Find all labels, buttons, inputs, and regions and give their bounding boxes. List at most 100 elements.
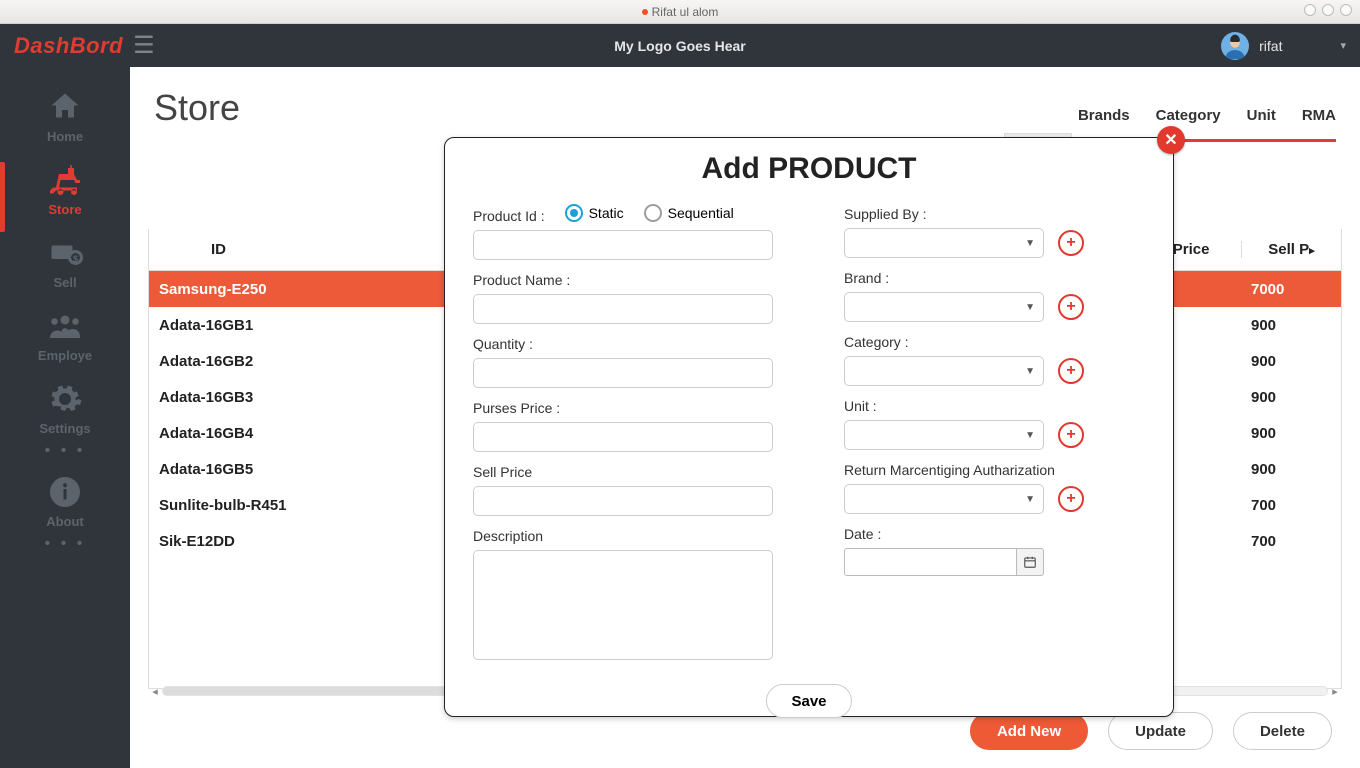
save-button[interactable]: Save bbox=[766, 684, 851, 718]
window-controls bbox=[1304, 4, 1352, 16]
chevron-down-icon: ▼ bbox=[1025, 238, 1035, 249]
sidebar-item-label: Sell bbox=[53, 275, 76, 290]
sidebar-item-settings[interactable]: Settings bbox=[0, 373, 130, 440]
chevron-down-icon: ▾ bbox=[1340, 39, 1346, 52]
rma-combo[interactable]: ▼ bbox=[844, 484, 1044, 514]
cell-id: Adata-16GB2 bbox=[149, 353, 449, 370]
product-name-input[interactable] bbox=[473, 294, 773, 324]
quantity-input[interactable] bbox=[473, 358, 773, 388]
sidebar-item-label: Employe bbox=[38, 348, 92, 363]
purses-price-input[interactable] bbox=[473, 422, 773, 452]
chevron-down-icon: ▼ bbox=[1025, 302, 1035, 313]
sidebar-item-home[interactable]: Home bbox=[0, 81, 130, 148]
main-panel: Store Brands Category Unit RMA ▾ ID ory … bbox=[130, 67, 1360, 768]
store-icon bbox=[47, 162, 83, 198]
radio-sequential[interactable]: Sequential bbox=[644, 204, 734, 222]
sidebar-divider-dots: • • • bbox=[45, 442, 86, 460]
brand-label: Brand : bbox=[844, 270, 1145, 286]
maximize-icon[interactable] bbox=[1322, 4, 1334, 16]
sidebar-item-about[interactable]: About bbox=[0, 466, 130, 533]
sidebar-active-indicator bbox=[0, 162, 5, 232]
supplied-by-combo[interactable]: ▼ bbox=[844, 228, 1044, 258]
cell-sell-price: 900 bbox=[1241, 425, 1341, 442]
add-product-modal: ✕ Add PRODUCT Product Id : Static Sequen… bbox=[444, 137, 1174, 717]
close-icon[interactable]: ✕ bbox=[1157, 126, 1185, 154]
supplied-by-label: Supplied By : bbox=[844, 206, 1145, 222]
product-name-label: Product Name : bbox=[473, 272, 774, 288]
product-id-input[interactable] bbox=[473, 230, 773, 260]
sidebar: Home Store $ Sell Employe Settings • • • bbox=[0, 67, 130, 768]
brand-combo[interactable]: ▼ bbox=[844, 292, 1044, 322]
sell-icon: $ bbox=[47, 235, 83, 271]
user-menu[interactable]: rifat ▾ bbox=[1221, 32, 1346, 60]
info-icon bbox=[47, 474, 83, 510]
cell-sell-price: 900 bbox=[1241, 317, 1341, 334]
tab-rma[interactable]: RMA bbox=[1302, 107, 1336, 134]
unit-combo[interactable]: ▼ bbox=[844, 420, 1044, 450]
cell-id: Adata-16GB3 bbox=[149, 389, 449, 406]
footer-actions: Add New Update Delete bbox=[970, 712, 1332, 750]
scroll-right-icon[interactable]: ▸ bbox=[1328, 685, 1342, 698]
sidebar-item-label: About bbox=[46, 514, 84, 529]
user-name: rifat bbox=[1259, 38, 1282, 54]
description-input[interactable] bbox=[473, 550, 773, 660]
cell-sell-price: 900 bbox=[1241, 353, 1341, 370]
avatar bbox=[1221, 32, 1249, 60]
chevron-down-icon: ▼ bbox=[1025, 366, 1035, 377]
sidebar-item-label: Settings bbox=[39, 421, 90, 436]
add-category-icon[interactable]: + bbox=[1058, 358, 1084, 384]
category-label: Category : bbox=[844, 334, 1145, 350]
cell-sell-price: 900 bbox=[1241, 461, 1341, 478]
scroll-left-icon[interactable]: ◂ bbox=[148, 685, 162, 698]
calendar-icon[interactable] bbox=[1016, 548, 1044, 576]
chevron-down-icon: ▼ bbox=[1025, 494, 1035, 505]
col-sell-price[interactable]: Sell P▸ bbox=[1241, 241, 1341, 258]
home-icon bbox=[47, 89, 83, 125]
add-rma-icon[interactable]: + bbox=[1058, 486, 1084, 512]
modal-title: Add PRODUCT bbox=[473, 152, 1145, 186]
tab-brands[interactable]: Brands bbox=[1078, 107, 1130, 134]
tab-unit[interactable]: Unit bbox=[1247, 107, 1276, 134]
add-supplier-icon[interactable]: + bbox=[1058, 230, 1084, 256]
secondary-tabs: Brands Category Unit RMA bbox=[1078, 107, 1336, 134]
sidebar-item-employe[interactable]: Employe bbox=[0, 300, 130, 367]
cell-id: Adata-16GB5 bbox=[149, 461, 449, 478]
top-center-text: My Logo Goes Hear bbox=[614, 38, 745, 54]
sell-price-label: Sell Price bbox=[473, 464, 774, 480]
cell-id: Adata-16GB4 bbox=[149, 425, 449, 442]
gear-icon bbox=[47, 381, 83, 417]
cell-sell-price: 700 bbox=[1241, 497, 1341, 514]
topbar: DashBord ☰ My Logo Goes Hear rifat ▾ bbox=[0, 24, 1360, 67]
cell-sell-price: 700 bbox=[1241, 533, 1341, 550]
col-id[interactable]: ID bbox=[149, 241, 309, 258]
delete-button[interactable]: Delete bbox=[1233, 712, 1332, 750]
update-button[interactable]: Update bbox=[1108, 712, 1213, 750]
unit-label: Unit : bbox=[844, 398, 1145, 414]
people-icon bbox=[47, 308, 83, 344]
sidebar-item-sell[interactable]: $ Sell bbox=[0, 227, 130, 294]
sidebar-item-label: Home bbox=[47, 129, 83, 144]
sell-price-input[interactable] bbox=[473, 486, 773, 516]
add-brand-icon[interactable]: + bbox=[1058, 294, 1084, 320]
product-id-label: Product Id : bbox=[473, 208, 545, 224]
hamburger-icon[interactable]: ☰ bbox=[133, 31, 155, 60]
cell-id: Samsung-E250 bbox=[149, 281, 449, 298]
os-window-title: Rifat ul alom bbox=[652, 5, 719, 19]
sidebar-item-store[interactable]: Store bbox=[0, 154, 130, 221]
modal-right-column: Supplied By : ▼ + Brand : ▼ + Category : bbox=[844, 200, 1145, 660]
add-unit-icon[interactable]: + bbox=[1058, 422, 1084, 448]
modal-left-column: Product Id : Static Sequential Product N… bbox=[473, 200, 774, 660]
sidebar-item-label: Store bbox=[48, 202, 81, 217]
category-combo[interactable]: ▼ bbox=[844, 356, 1044, 386]
chevron-down-icon: ▼ bbox=[1025, 430, 1035, 441]
radio-static[interactable]: Static bbox=[565, 204, 624, 222]
svg-text:$: $ bbox=[73, 254, 78, 264]
minimize-icon[interactable] bbox=[1304, 4, 1316, 16]
cell-id: Sik-E12DD bbox=[149, 533, 449, 550]
close-window-icon[interactable] bbox=[1340, 4, 1352, 16]
date-input[interactable] bbox=[844, 548, 1016, 576]
description-label: Description bbox=[473, 528, 774, 544]
add-new-button[interactable]: Add New bbox=[970, 712, 1088, 750]
date-field bbox=[844, 548, 1145, 576]
app-indicator-icon bbox=[642, 9, 648, 15]
